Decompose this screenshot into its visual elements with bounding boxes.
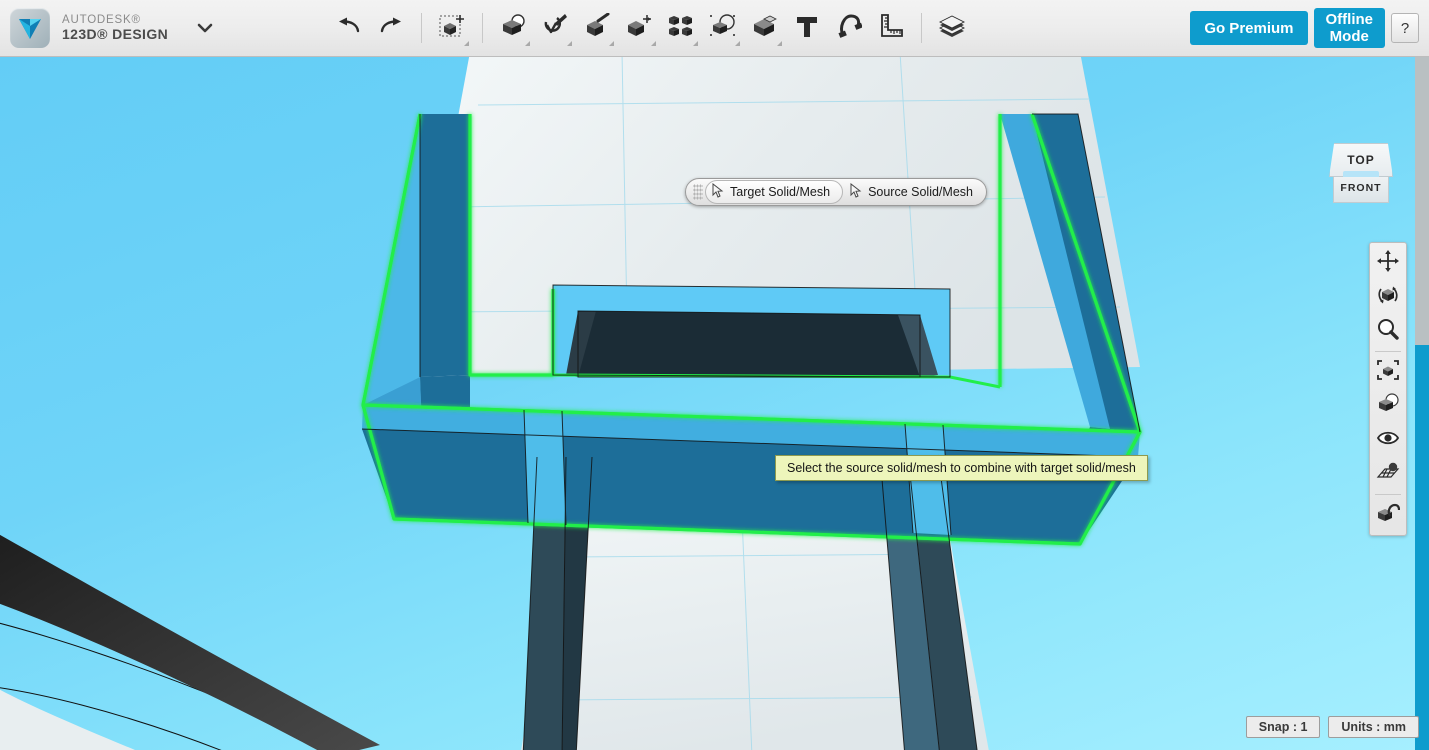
3d-model-canvas	[0, 57, 1142, 750]
palette-separator	[1375, 494, 1401, 495]
view-style-button[interactable]	[1370, 389, 1406, 423]
text-button[interactable]	[786, 6, 828, 50]
go-premium-button[interactable]: Go Premium	[1190, 11, 1308, 45]
dropdown-corner-icon	[777, 41, 783, 46]
dropdown-corner-icon	[651, 41, 657, 46]
fit-to-view-icon	[1376, 359, 1400, 386]
modeling-tool-group	[492, 6, 912, 50]
undo-arrow-icon	[337, 17, 361, 40]
eye-visibility-icon	[1376, 429, 1400, 452]
material-button[interactable]	[931, 6, 973, 50]
dropdown-corner-icon	[525, 41, 531, 46]
pattern-button[interactable]	[660, 6, 702, 50]
target-solid-mesh-label: Target Solid/Mesh	[730, 185, 831, 199]
3d-viewport[interactable]: Target Solid/Mesh Source Solid/Mesh Sele…	[0, 57, 1429, 750]
viewport-scrollbar-track[interactable]	[1415, 57, 1429, 750]
brand-text: AUTODESK® 123D® DESIGN	[62, 14, 168, 43]
palette-separator	[1375, 351, 1401, 352]
status-bar: Snap : 1 Units : mm	[1245, 716, 1419, 738]
offline-mode-line1: Offline	[1325, 11, 1374, 28]
instruction-tooltip: Select the source solid/mesh to combine …	[775, 455, 1148, 481]
dropdown-corner-icon	[567, 41, 573, 46]
fit-button[interactable]	[1370, 355, 1406, 389]
combine-selection-toolbar[interactable]: Target Solid/Mesh Source Solid/Mesh	[685, 178, 987, 206]
redo-button[interactable]	[370, 6, 412, 50]
navigation-palette	[1369, 242, 1407, 536]
magnet-snap-icon	[836, 13, 863, 44]
autodesk-123d-logo-icon	[10, 8, 50, 48]
cursor-arrow-icon	[850, 182, 862, 201]
offline-mode-line2: Mode	[1329, 28, 1369, 45]
source-solid-mesh-item[interactable]: Source Solid/Mesh	[843, 180, 986, 204]
units-status[interactable]: Units : mm	[1328, 716, 1419, 738]
app-root: AUTODESK® 123D® DESIGN Go Premium Offlin…	[0, 0, 1429, 750]
transform-tool-group	[431, 6, 473, 50]
cube-circle-combine-icon	[709, 13, 737, 44]
drag-grip-icon[interactable]	[693, 184, 703, 200]
construct-button[interactable]	[576, 6, 618, 50]
grouping-button[interactable]	[702, 6, 744, 50]
magnifier-zoom-icon	[1377, 318, 1399, 345]
pan-button[interactable]	[1370, 246, 1406, 280]
history-tool-group	[328, 6, 412, 50]
grid-sun-icon	[1375, 461, 1401, 488]
snap-button[interactable]	[828, 6, 870, 50]
toolbar-separator	[921, 13, 923, 43]
transform-button[interactable]	[431, 6, 473, 50]
cube-magnet-icon	[1376, 502, 1401, 529]
primitives-button[interactable]	[492, 6, 534, 50]
toolbar-separator	[482, 13, 484, 43]
zoom-button[interactable]	[1370, 314, 1406, 348]
help-button[interactable]: ?	[1391, 13, 1419, 43]
dropdown-corner-icon	[693, 41, 699, 46]
app-header: AUTODESK® 123D® DESIGN Go Premium Offlin…	[0, 0, 1429, 57]
measure-button[interactable]	[870, 6, 912, 50]
material-tool-group	[931, 6, 973, 50]
source-solid-mesh-label: Source Solid/Mesh	[868, 185, 973, 199]
glue-button[interactable]	[1370, 498, 1406, 532]
combine-button[interactable]	[744, 6, 786, 50]
four-cubes-pattern-icon	[667, 13, 695, 44]
offline-mode-button[interactable]: Offline Mode	[1313, 8, 1385, 48]
brand-product: 123D® DESIGN	[62, 25, 169, 42]
brand-company: AUTODESK®	[62, 13, 141, 26]
toolbar-separator	[421, 13, 423, 43]
target-solid-mesh-item[interactable]: Target Solid/Mesh	[705, 180, 844, 204]
orbit-button[interactable]	[1370, 280, 1406, 314]
cube-combine-icon	[751, 13, 779, 44]
cube-move-icon	[438, 12, 466, 45]
pan-arrows-icon	[1377, 249, 1399, 277]
ruler-measure-icon	[878, 13, 904, 44]
cube-sphere-icon	[499, 13, 527, 44]
header-actions: Go Premium Offline Mode ?	[1190, 8, 1429, 48]
viewport-scrollbar-thumb[interactable]	[1415, 345, 1429, 750]
chevron-down-icon[interactable]	[194, 17, 216, 39]
visibility-button[interactable]	[1370, 423, 1406, 457]
brand[interactable]: AUTODESK® 123D® DESIGN	[0, 8, 216, 48]
snap-status[interactable]: Snap : 1	[1245, 716, 1321, 738]
cursor-arrow-icon	[712, 182, 724, 201]
redo-arrow-icon	[379, 17, 403, 40]
sketch-button[interactable]	[534, 6, 576, 50]
dropdown-corner-icon	[735, 41, 741, 46]
view-cube[interactable]: TOP FRONT	[1323, 129, 1401, 207]
sketch-pencil-icon	[541, 13, 569, 44]
orbit-cube-icon	[1376, 284, 1400, 311]
view-cube-front-face[interactable]: FRONT	[1333, 177, 1389, 203]
undo-button[interactable]	[328, 6, 370, 50]
layers-stack-icon	[937, 13, 967, 44]
cube-shaded-icon	[1376, 392, 1400, 420]
text-t-icon	[795, 13, 819, 44]
dropdown-corner-icon	[464, 41, 470, 46]
modify-button[interactable]	[618, 6, 660, 50]
grid-snap-button[interactable]	[1370, 457, 1406, 491]
cube-modify-icon	[625, 13, 653, 44]
dropdown-corner-icon	[609, 41, 615, 46]
cube-extrude-icon	[583, 12, 611, 44]
